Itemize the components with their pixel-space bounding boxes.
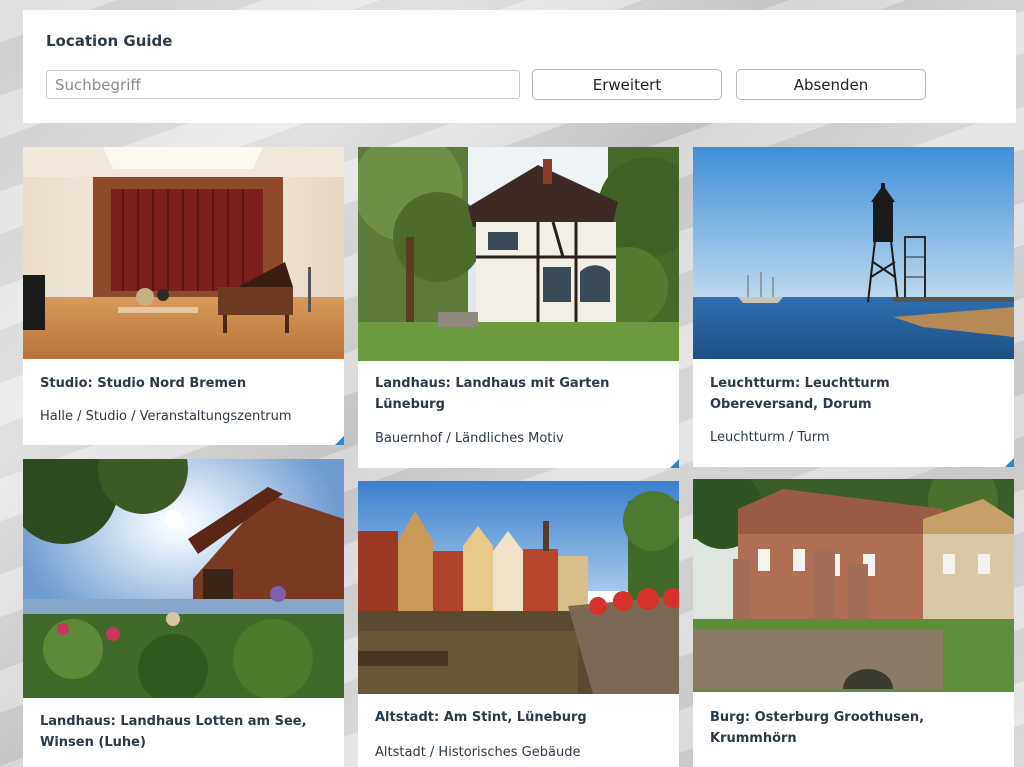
- search-panel: Location Guide Erweitert Absenden: [23, 10, 1016, 123]
- old-town-image: [358, 481, 679, 694]
- country-house-image: [358, 147, 679, 361]
- corner-accent: [335, 436, 344, 445]
- corner-accent: [670, 459, 679, 468]
- castle-image: [693, 479, 1014, 692]
- corner-accent: [1005, 458, 1014, 467]
- search-input[interactable]: [46, 70, 520, 99]
- lighthouse-image: [693, 147, 1014, 359]
- card-title[interactable]: Landhaus: Landhaus mit Garten Lüneburg: [375, 373, 665, 415]
- lakeside-house-image: [23, 459, 344, 698]
- card-image[interactable]: [693, 479, 1014, 692]
- location-card[interactable]: Altstadt: Am Stint, Lüneburg Altstadt / …: [358, 481, 679, 767]
- card-title[interactable]: Studio: Studio Nord Bremen: [40, 373, 330, 394]
- card-image[interactable]: [23, 147, 344, 359]
- card-title[interactable]: Burg: Osterburg Groothusen, Krummhörn: [710, 707, 1000, 749]
- panel-title: Location Guide: [46, 32, 173, 50]
- card-category: Altstadt / Historisches Gebäude: [375, 745, 581, 760]
- card-image[interactable]: [23, 459, 344, 698]
- location-card[interactable]: Leuchtturm: Leuchtturm Obereversand, Dor…: [693, 147, 1014, 467]
- card-category: Halle / Studio / Veranstaltungszentrum: [40, 409, 292, 424]
- location-card[interactable]: Landhaus: Landhaus Lotten am See, Winsen…: [23, 459, 344, 767]
- card-category: Leuchtturm / Turm: [710, 430, 830, 445]
- studio-image: [23, 147, 344, 359]
- submit-button[interactable]: Absenden: [736, 69, 926, 100]
- card-image[interactable]: [358, 147, 679, 361]
- location-card[interactable]: Burg: Osterburg Groothusen, Krummhörn: [693, 479, 1014, 767]
- advanced-search-button[interactable]: Erweitert: [532, 69, 722, 100]
- location-card[interactable]: Studio: Studio Nord Bremen Halle / Studi…: [23, 147, 344, 445]
- card-title[interactable]: Leuchtturm: Leuchtturm Obereversand, Dor…: [710, 373, 1000, 415]
- card-title[interactable]: Landhaus: Landhaus Lotten am See, Winsen…: [40, 711, 330, 753]
- card-image[interactable]: [693, 147, 1014, 359]
- card-image[interactable]: [358, 481, 679, 694]
- card-title[interactable]: Altstadt: Am Stint, Lüneburg: [375, 707, 665, 728]
- location-card[interactable]: Landhaus: Landhaus mit Garten Lüneburg B…: [358, 147, 679, 468]
- card-category: Bauernhof / Ländliches Motiv: [375, 431, 564, 446]
